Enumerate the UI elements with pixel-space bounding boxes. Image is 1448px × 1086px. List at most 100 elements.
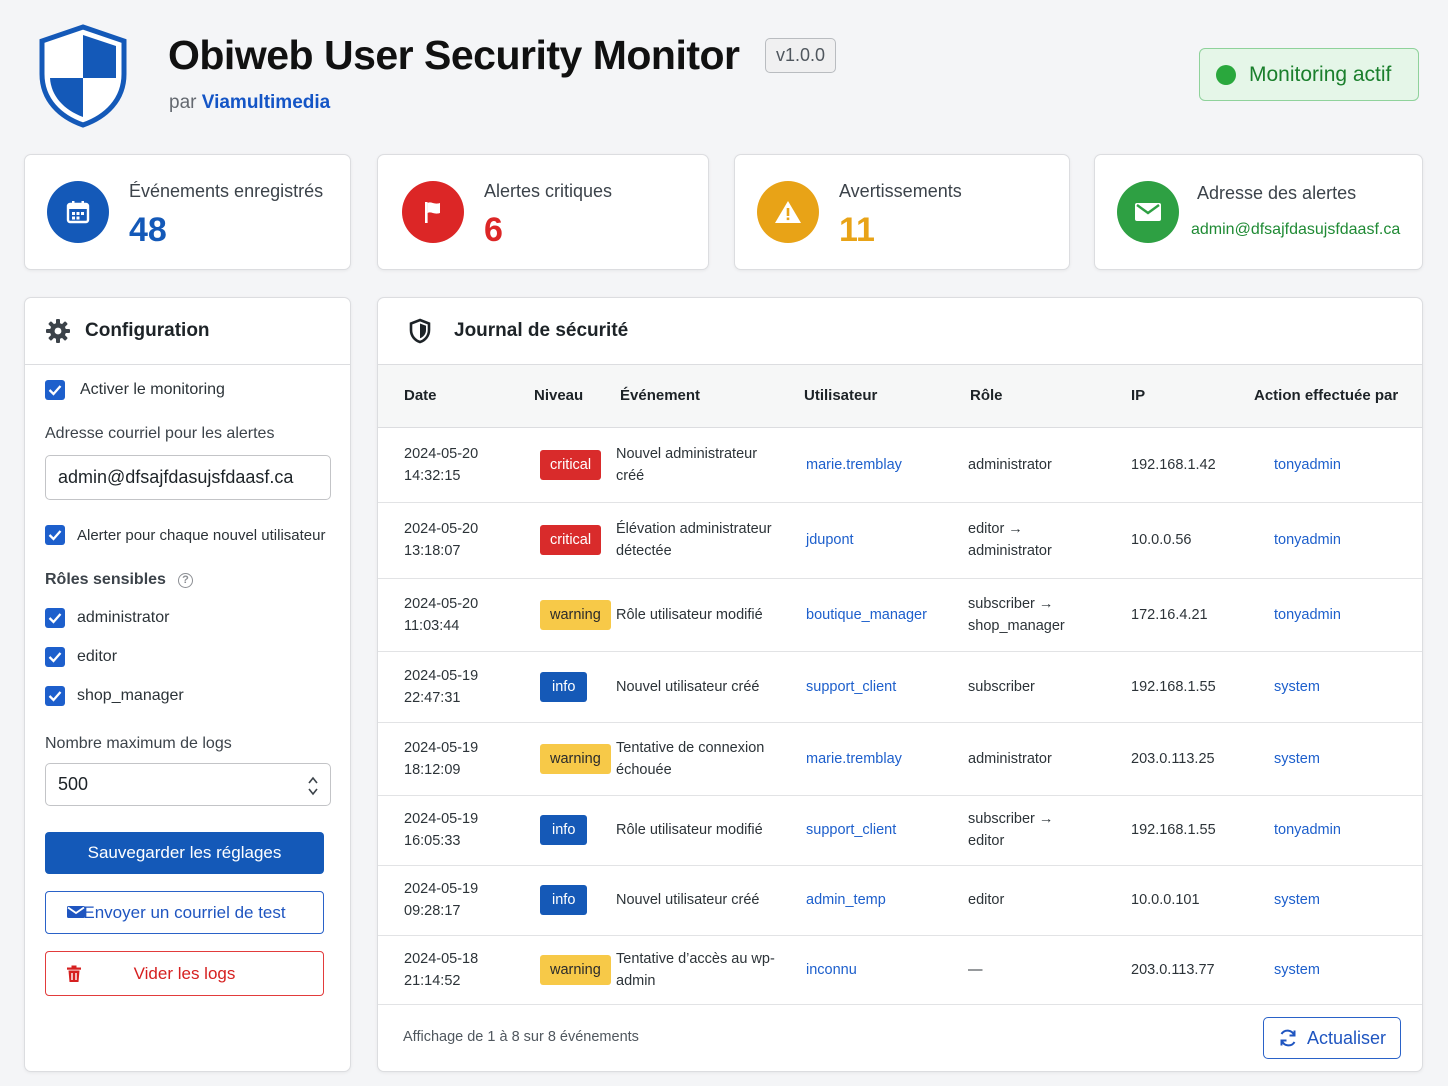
event-cell: Élévation administrateur détectée: [616, 502, 799, 579]
alert-new-user-label: Alerter pour chaque nouvel utilisateur: [77, 526, 326, 544]
role-checkbox-row[interactable]: shop_manager: [45, 686, 184, 706]
role-cell: editor: [960, 865, 1121, 936]
shield-icon: [408, 318, 432, 344]
role-shop-manager-checkbox[interactable]: [45, 686, 65, 706]
calendar-icon: [47, 181, 109, 243]
stat-label: Événements enregistrés: [129, 181, 324, 201]
action-by-link[interactable]: tonyadmin: [1254, 457, 1341, 473]
event-cell: Tentative d’accès au wp-admin: [616, 935, 799, 1005]
level-cell: critical: [510, 502, 616, 579]
alert-email-field[interactable]: admin@dfsajfdasujsfdaasf.ca: [45, 455, 331, 500]
stat-card-critical: Alertes critiques 6: [377, 154, 709, 270]
user-link[interactable]: inconnu: [806, 962, 857, 978]
action-by-link[interactable]: system: [1254, 679, 1320, 695]
warning-icon: [757, 181, 819, 243]
level-cell: info: [510, 865, 616, 936]
time-text: 18:12:09: [404, 761, 461, 778]
max-logs-stepper[interactable]: 500: [45, 763, 331, 806]
user-link[interactable]: boutique_manager: [806, 607, 927, 623]
level-cell: info: [510, 795, 616, 866]
security-log-header: Journal de sécurité: [378, 298, 1422, 365]
page-header: Obiweb User Security Monitor v1.0.0 par …: [0, 0, 1448, 140]
date-text: 2024-05-18: [404, 950, 479, 967]
stat-value: 11: [839, 211, 875, 249]
role-label: editor: [77, 648, 118, 665]
column-header-level[interactable]: Niveau: [510, 365, 616, 428]
trash-icon: [66, 965, 82, 983]
level-badge: critical: [540, 525, 602, 555]
envelope-icon: [66, 904, 86, 920]
level-cell: warning: [510, 722, 616, 796]
column-header-role[interactable]: Rôle: [960, 365, 1121, 428]
action-by-cell: tonyadmin: [1254, 578, 1422, 652]
save-settings-button[interactable]: Sauvegarder les réglages: [45, 832, 324, 874]
role-label: shop_manager: [77, 687, 184, 704]
author-link[interactable]: Viamultimedia: [202, 92, 330, 113]
send-test-email-button[interactable]: Envoyer un courriel de test: [45, 891, 324, 934]
security-log-panel: Journal de sécurité Date Niveau Événemen…: [377, 297, 1423, 1072]
action-by-link[interactable]: tonyadmin: [1254, 822, 1341, 838]
role-checkbox-row[interactable]: administrator: [45, 608, 169, 628]
user-cell: support_client: [799, 651, 960, 723]
stepper-arrows-icon[interactable]: [306, 774, 320, 798]
help-icon[interactable]: ?: [177, 572, 193, 588]
ip-cell: 10.0.0.101: [1121, 865, 1254, 936]
action-by-link[interactable]: tonyadmin: [1254, 532, 1341, 548]
action-by-cell: tonyadmin: [1254, 795, 1422, 866]
time-text: 11:03:44: [404, 617, 460, 634]
level-cell: info: [510, 651, 616, 723]
time-text: 09:28:17: [404, 903, 461, 919]
user-cell: marie.tremblay: [799, 427, 960, 503]
action-by-link[interactable]: system: [1254, 751, 1320, 767]
action-by-link[interactable]: system: [1254, 962, 1320, 978]
ip-cell: 10.0.0.56: [1121, 502, 1254, 579]
user-link[interactable]: marie.tremblay: [806, 457, 902, 473]
ip-cell: 203.0.113.77: [1121, 935, 1254, 1005]
role-editor-checkbox[interactable]: [45, 647, 65, 667]
gear-icon: [45, 318, 71, 344]
user-link[interactable]: admin_temp: [806, 892, 886, 908]
column-header-event[interactable]: Événement: [616, 365, 799, 428]
sensitive-roles-label: Rôles sensibles: [45, 571, 166, 588]
email-field-label: Adresse courriel pour les alertes: [45, 425, 275, 442]
column-header-date[interactable]: Date: [378, 365, 510, 428]
refresh-button[interactable]: Actualiser: [1263, 1017, 1401, 1059]
enable-monitoring-row[interactable]: Activer le monitoring: [45, 380, 225, 400]
role-checkbox-row[interactable]: editor: [45, 647, 117, 667]
user-link[interactable]: support_client: [806, 679, 896, 695]
user-cell: jdupont: [799, 502, 960, 579]
column-header-user[interactable]: Utilisateur: [799, 365, 960, 428]
alert-new-user-row[interactable]: Alerter pour chaque nouvel utilisateur: [45, 525, 325, 545]
event-cell: Tentative de connexion échouée: [616, 722, 799, 796]
page-title: Obiweb User Security Monitor: [168, 32, 740, 78]
date-text: 2024-05-20: [404, 521, 479, 537]
role-cell: editor → administrator: [960, 502, 1121, 579]
event-cell: Nouvel utilisateur créé: [616, 865, 799, 936]
send-test-email-label: Envoyer un courriel de test: [83, 902, 286, 922]
level-badge: warning: [540, 599, 611, 630]
byline-prefix: par: [169, 92, 197, 113]
action-by-link[interactable]: tonyadmin: [1254, 607, 1341, 623]
role-administrator-checkbox[interactable]: [45, 608, 65, 628]
user-link[interactable]: support_client: [806, 822, 896, 838]
date-cell: 2024-05-19 22:47:31: [378, 651, 510, 723]
level-badge: info: [540, 671, 588, 702]
action-by-link[interactable]: system: [1254, 892, 1320, 908]
date-text: 2024-05-19: [404, 811, 479, 827]
role-cell: —: [960, 935, 1121, 1005]
stat-label: Adresse des alertes: [1197, 183, 1357, 203]
ip-cell: 192.168.1.55: [1121, 651, 1254, 723]
shield-logo-icon: [39, 24, 127, 128]
refresh-icon: [1280, 1029, 1296, 1047]
event-cell: Rôle utilisateur modifié: [616, 795, 799, 866]
column-header-action-by[interactable]: Action effectuée par: [1254, 365, 1422, 428]
enable-monitoring-checkbox[interactable]: [45, 380, 65, 400]
user-link[interactable]: jdupont: [806, 532, 854, 548]
user-link[interactable]: marie.tremblay: [806, 751, 902, 767]
clear-logs-button[interactable]: Vider les logs: [45, 951, 324, 996]
alert-new-user-checkbox[interactable]: [45, 525, 65, 545]
table-row: 2024-05-20 11:03:44 warning Rôle utilisateu…: [378, 578, 1422, 652]
alert-email-value: admin@dfsajfdasujsfdaasf.ca: [1191, 221, 1401, 238]
column-header-ip[interactable]: IP: [1121, 365, 1254, 428]
stat-value: 6: [484, 211, 503, 249]
